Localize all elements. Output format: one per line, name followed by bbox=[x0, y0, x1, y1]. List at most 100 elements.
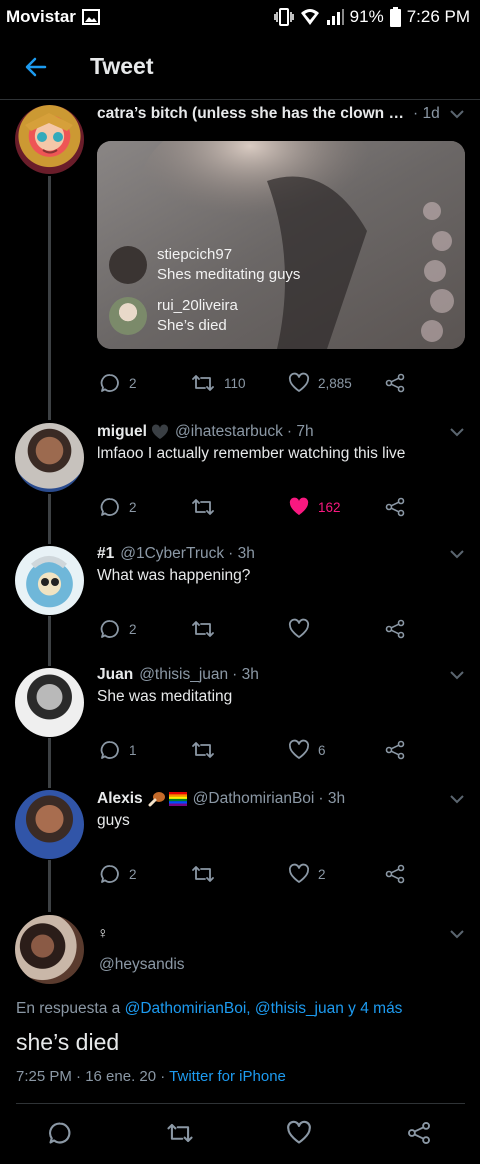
tweet-actions: 2 2 bbox=[97, 863, 427, 885]
tweet-time: · 7h bbox=[286, 423, 314, 440]
gallery-icon bbox=[81, 9, 100, 25]
display-name[interactable]: Alexis bbox=[97, 790, 143, 808]
user-handle[interactable]: @ihatestarbuck bbox=[175, 423, 283, 441]
reply-count: 2 bbox=[129, 621, 137, 637]
reply-icon bbox=[100, 620, 119, 638]
retweet-button[interactable] bbox=[190, 496, 216, 518]
back-button[interactable] bbox=[0, 34, 72, 100]
vibrate-icon bbox=[273, 8, 294, 26]
tweet-timestamp: 7:25 PM · 16 ene. 20 · bbox=[16, 1068, 170, 1085]
reply-icon bbox=[100, 498, 119, 516]
comment-text: She’s died bbox=[157, 317, 227, 334]
avatar[interactable] bbox=[15, 790, 84, 859]
retweet-icon bbox=[167, 1123, 193, 1143]
tweet-header: Juan @thisis_juan · 3h bbox=[97, 666, 466, 684]
signal-icon bbox=[326, 9, 344, 25]
client-link[interactable]: Twitter for iPhone bbox=[169, 1068, 286, 1085]
reply-button[interactable]: 2 bbox=[99, 863, 137, 885]
tweet-header: Alexis @DathomirianBoi · 3h bbox=[97, 790, 466, 808]
like-button[interactable] bbox=[286, 1120, 312, 1151]
reply-button[interactable]: 2 bbox=[99, 618, 137, 640]
retweet-button[interactable] bbox=[165, 1120, 195, 1151]
display-name[interactable]: ♀ bbox=[97, 925, 109, 943]
avatar[interactable] bbox=[15, 546, 84, 615]
heart-filled-icon bbox=[289, 497, 309, 515]
page-title: Tweet bbox=[90, 53, 154, 79]
carrier-label: Movistar bbox=[6, 7, 76, 26]
display-name[interactable]: #1 bbox=[97, 545, 114, 563]
arrow-left-icon bbox=[25, 57, 47, 76]
share-button[interactable] bbox=[384, 618, 406, 640]
heart-icon bbox=[288, 372, 310, 392]
like-button[interactable]: 2,885 bbox=[288, 372, 352, 394]
chevron-down-icon[interactable] bbox=[448, 546, 466, 562]
display-name[interactable]: miguel bbox=[97, 423, 147, 441]
reply-button[interactable]: 2 bbox=[99, 496, 137, 518]
reply-count: 2 bbox=[129, 375, 137, 391]
tweet-media[interactable]: stiepcich97 Shes meditating guys rui_20l… bbox=[97, 141, 465, 349]
retweet-button[interactable] bbox=[190, 739, 216, 761]
share-button[interactable] bbox=[384, 739, 406, 761]
share-button[interactable] bbox=[406, 1120, 432, 1151]
tweet-text: she’s died bbox=[16, 1029, 120, 1055]
comment-text: Shes meditating guys bbox=[157, 266, 301, 283]
like-button[interactable] bbox=[288, 618, 310, 640]
chevron-down-icon[interactable] bbox=[448, 424, 466, 440]
tweet-time: · 1d bbox=[413, 105, 440, 122]
display-name[interactable]: Juan bbox=[97, 666, 133, 684]
reply-users-link[interactable]: @DathomirianBoi, @thisis_juan y 4 más bbox=[125, 1000, 403, 1017]
status-bar: Movistar 91% 7:26 PM bbox=[0, 0, 480, 34]
comment-username: rui_20liveira bbox=[157, 297, 238, 314]
heart-icon bbox=[287, 1120, 311, 1144]
tweet-actions: 2 bbox=[97, 618, 427, 640]
reply-button[interactable] bbox=[47, 1120, 73, 1151]
avatar[interactable] bbox=[15, 105, 84, 174]
tweet-actions: 2 110 2,885 bbox=[97, 372, 427, 394]
battery-icon bbox=[389, 7, 401, 27]
reply-count: 2 bbox=[129, 499, 137, 515]
divider bbox=[16, 1103, 465, 1104]
share-icon bbox=[385, 497, 405, 517]
avatar[interactable] bbox=[15, 423, 84, 492]
avatar[interactable] bbox=[15, 915, 84, 984]
chevron-down-icon[interactable] bbox=[448, 791, 466, 807]
like-button[interactable]: 162 bbox=[288, 496, 341, 518]
heart-icon bbox=[288, 618, 310, 638]
tweet-text: What was happening? bbox=[97, 567, 251, 584]
tweet-text: She was meditating bbox=[97, 688, 233, 705]
retweet-button[interactable]: 110 bbox=[190, 372, 246, 394]
tweet-header: miguel @ihatestarbuck · 7h bbox=[97, 423, 466, 441]
chevron-down-icon[interactable] bbox=[448, 667, 466, 683]
reply-button[interactable]: 2 bbox=[99, 372, 137, 394]
tweet-header: catra’s bitch (unless she has the clown … bbox=[97, 105, 466, 123]
user-handle[interactable]: @1CyberTruck bbox=[120, 545, 224, 563]
chevron-down-icon[interactable] bbox=[448, 926, 466, 942]
share-icon bbox=[408, 1122, 430, 1144]
retweet-icon bbox=[192, 742, 214, 758]
like-button[interactable]: 6 bbox=[288, 739, 326, 761]
share-button[interactable] bbox=[384, 496, 406, 518]
heart-icon bbox=[288, 863, 310, 883]
user-handle[interactable]: @DathomirianBoi bbox=[193, 790, 315, 808]
share-icon bbox=[385, 864, 405, 884]
thread-line bbox=[48, 494, 51, 544]
display-name[interactable]: catra’s bitch (unless she has the clown … bbox=[97, 105, 407, 123]
user-handle[interactable]: @thisis_juan bbox=[139, 666, 228, 684]
wifi-icon bbox=[300, 8, 320, 26]
reply-button[interactable]: 1 bbox=[99, 739, 137, 761]
tweet-header: ♀ bbox=[97, 925, 466, 943]
like-button[interactable]: 2 bbox=[288, 863, 326, 885]
chevron-down-icon[interactable] bbox=[448, 106, 466, 122]
retweet-button[interactable] bbox=[190, 863, 216, 885]
clock: 7:26 PM bbox=[406, 7, 470, 26]
share-button[interactable] bbox=[384, 863, 406, 885]
retweet-button[interactable] bbox=[190, 618, 216, 640]
tweet-actions bbox=[0, 1120, 480, 1150]
thread-line bbox=[48, 176, 51, 420]
user-handle[interactable]: @heysandis bbox=[99, 956, 460, 974]
avatar bbox=[109, 246, 147, 284]
share-button[interactable] bbox=[384, 372, 406, 394]
avatar[interactable] bbox=[15, 668, 84, 737]
top-app-bar: Tweet bbox=[0, 34, 480, 100]
tweet-time: · 3h bbox=[232, 666, 259, 683]
